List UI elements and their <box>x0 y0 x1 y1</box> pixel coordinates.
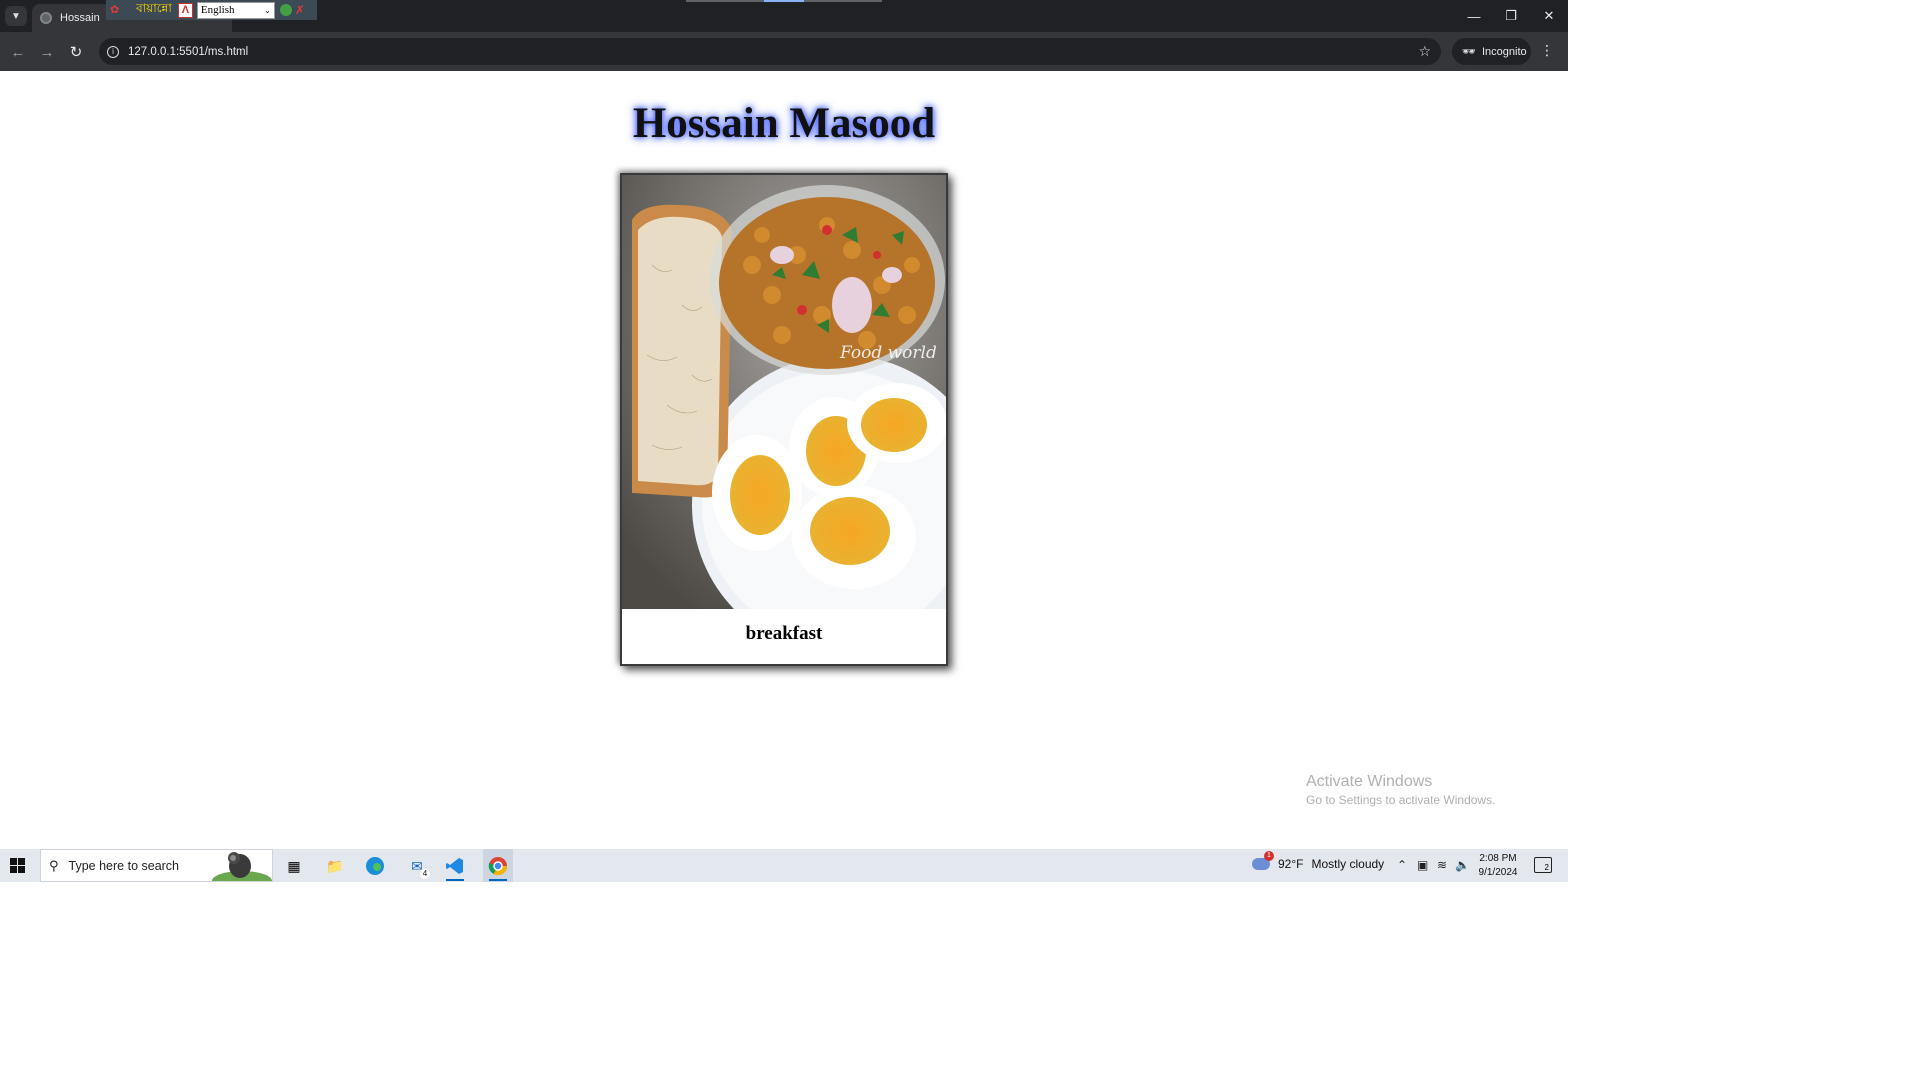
incognito-button[interactable]: 🕶 Incognito <box>1452 38 1531 65</box>
activate-windows-subtitle: Go to Settings to activate Windows. <box>1306 793 1496 807</box>
meet-now-icon[interactable]: ▣ <box>1417 858 1428 872</box>
web-page: Hossain Masood Food world breakfast <box>0 71 1568 849</box>
page-heading: Hossain Masood <box>632 100 936 147</box>
windows-start-icon[interactable] <box>10 858 26 874</box>
food-card: Food world breakfast <box>620 173 948 666</box>
tab-title: Hossain <box>60 12 100 24</box>
browser-toolbar: ← → ↻ i 127.0.0.1:5501/ms.html ☆ 🕶 Incog… <box>0 32 1568 71</box>
activate-windows-title: Activate Windows <box>1306 773 1433 790</box>
card-caption: breakfast <box>745 623 823 644</box>
mail-icon[interactable]: ✉ 4 <box>404 853 430 879</box>
weather-alert-badge: 1 <box>1264 851 1274 861</box>
browser-title-bar: ▼ Hossain ✿ বায়ান্নো Λ English ⌄ ✗ — ❐ … <box>0 0 1568 32</box>
chrome-icon[interactable] <box>483 849 513 882</box>
taskbar-clock[interactable]: 2:08 PM 9/1/2024 <box>1478 852 1518 880</box>
site-info-icon[interactable]: i <box>107 45 119 58</box>
clock-date: 9/1/2024 <box>1478 867 1518 878</box>
edge-browser-icon[interactable] <box>362 853 388 879</box>
network-icon[interactable]: ≋ <box>1437 858 1447 872</box>
browser-menu-icon[interactable]: ⋮ <box>1540 42 1554 59</box>
bookmark-star-icon[interactable]: ☆ <box>1418 43 1431 60</box>
notification-count: 2 <box>1544 863 1549 872</box>
chrome-logo <box>488 856 507 875</box>
search-placeholder: Type here to search <box>68 858 180 873</box>
ime-language-value: English <box>200 4 235 16</box>
close-icon: ✕ <box>1543 8 1555 23</box>
windows-taskbar: ⚲ Type here to search ▦ 📁 ✉ 4 1 92°F Most… <box>0 849 1568 882</box>
minimize-button[interactable]: — <box>1456 0 1492 32</box>
minimize-icon: — <box>1467 8 1481 24</box>
restore-button[interactable]: ❐ <box>1493 0 1529 32</box>
gorilla-search-highlight-icon <box>212 852 272 881</box>
close-tool-icon[interactable]: ✗ <box>295 3 305 17</box>
restore-icon: ❐ <box>1505 8 1517 23</box>
breakfast-photo: Food world <box>622 175 946 609</box>
mail-badge: 4 <box>420 869 430 879</box>
task-view-icon[interactable]: ▦ <box>281 853 307 879</box>
ime-logo-icon[interactable]: ✿ <box>110 3 132 17</box>
address-bar[interactable]: i 127.0.0.1:5501/ms.html ☆ <box>99 38 1441 65</box>
vscode-logo <box>446 858 463 874</box>
clock-time: 2:08 PM <box>1479 853 1517 864</box>
chevron-down-icon: ⌄ <box>264 5 271 15</box>
cloud-icon: 1 <box>1252 851 1274 870</box>
ime-toolbar: ✿ বায়ান্নো Λ English ⌄ ✗ <box>106 0 317 20</box>
file-explorer-icon[interactable]: 📁 <box>322 853 348 879</box>
vscode-icon[interactable] <box>442 853 468 879</box>
volume-icon[interactable]: 🔈 <box>1455 858 1470 872</box>
tray-chevron-up-icon[interactable]: ⌃ <box>1397 858 1407 872</box>
window-drag-indicator <box>686 0 882 2</box>
back-arrow-icon: ← <box>10 43 26 61</box>
pdf-icon[interactable]: Λ <box>177 2 193 18</box>
close-button[interactable]: ✕ <box>1531 0 1567 32</box>
url-text[interactable]: 127.0.0.1:5501/ms.html <box>128 46 248 58</box>
forward-button[interactable]: → <box>36 41 58 63</box>
back-button[interactable]: ← <box>7 41 29 63</box>
weather-temp: 92°F <box>1278 857 1304 871</box>
globe-green-icon[interactable] <box>279 4 292 16</box>
tab-search-chevron-icon[interactable]: ▼ <box>5 6 27 26</box>
incognito-label: Incognito <box>1481 45 1527 58</box>
notification-center-icon[interactable]: 2 <box>1534 857 1552 873</box>
weather-widget[interactable]: 1 92°F Mostly cloudy <box>1252 851 1385 871</box>
edge-logo <box>366 857 384 875</box>
search-icon: ⚲ <box>49 857 59 873</box>
globe-icon <box>40 12 52 24</box>
breakfast-photo-illustration: Food world <box>622 175 946 609</box>
forward-arrow-icon: → <box>39 43 55 61</box>
photo-watermark: Food world <box>839 343 937 363</box>
chrome-running-indicator <box>489 879 507 881</box>
incognito-icon: 🕶 <box>1462 46 1476 58</box>
ime-bangla-label[interactable]: বায়ান্নো <box>136 0 172 20</box>
ime-language-select[interactable]: English ⌄ <box>196 1 275 19</box>
vscode-running-indicator <box>446 879 464 881</box>
reload-button[interactable]: ↻ <box>65 41 87 63</box>
weather-condition: Mostly cloudy <box>1311 857 1385 871</box>
reload-icon: ↻ <box>69 44 83 61</box>
